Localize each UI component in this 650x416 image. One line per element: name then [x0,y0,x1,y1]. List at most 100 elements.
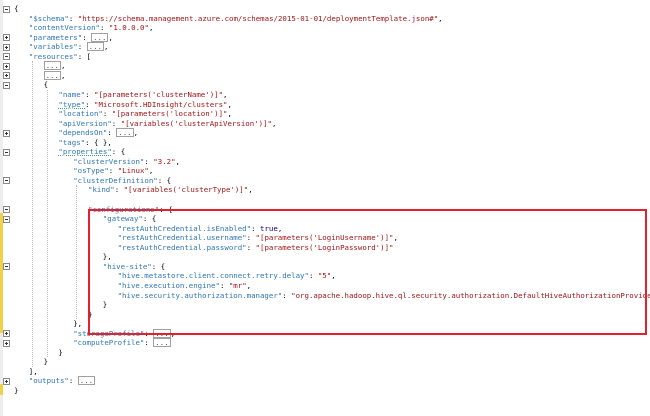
collapse-icon[interactable] [3,206,10,214]
json-key: "variables" [28,42,78,52]
json-punctuation: { [43,80,49,90]
json-punctuation: }, [102,252,112,262]
collapsed-block[interactable]: ... [116,128,134,138]
json-punctuation: }, [73,319,83,329]
json-punctuation: } [102,300,108,310]
json-punctuation: : [108,166,118,176]
code-line: "hive.security.authorization.manager": "… [118,291,650,301]
collapsed-block[interactable]: ... [153,328,171,338]
code-line: }, [103,252,112,262]
code-line: "outputs": ... [28,376,96,386]
json-key: "restAuthCredential.password" [117,242,247,252]
code-line: "apiVersion": "[variables('clusterApiVer… [58,119,276,129]
collapse-icon[interactable] [3,263,10,271]
json-punctuation: : { [151,261,166,271]
collapsed-block[interactable]: ... [43,61,61,71]
collapse-icon[interactable] [3,148,10,156]
code-line: "configurations": { [88,205,173,215]
code-line: ..., [43,70,65,81]
json-punctuation: : [144,156,154,166]
code-line: "restAuthCredential.isEnabled": true, [118,224,283,234]
json-key: "clusterVersion" [73,156,145,166]
json-key: "tags" [58,137,86,147]
code-line: "restAuthCredential.username": "[paramet… [118,233,398,243]
json-editor[interactable]: { "$schema": "https://schema.management.a… [0,0,650,416]
expand-icon[interactable] [3,339,10,347]
json-punctuation: : [85,99,94,109]
collapse-icon[interactable] [3,53,10,61]
json-key: "clusterDefinition" [73,175,158,185]
json-punctuation: , [227,109,232,119]
collapse-icon[interactable] [3,177,10,185]
code-line: { [44,80,48,90]
code-line: { [14,4,18,14]
code-line: "computeProfile": ... [73,338,171,348]
code-line: "resources": [ [29,52,91,62]
collapsed-block[interactable]: ... [91,32,109,42]
expand-icon[interactable] [3,377,10,385]
json-punctuation: : [246,242,256,252]
code-line: "properties": { [58,147,125,157]
code-line: "parameters": ..., [28,32,113,43]
json-key: "parameters" [28,32,83,42]
json-punctuation: : [308,271,318,281]
json-key: "location" [58,109,103,119]
code-line: "hive.execution.engine": "mr", [118,281,252,291]
json-punctuation: , [246,280,252,290]
json-string: "[parameters('LoginPassword')]" [255,242,394,252]
expand-icon[interactable] [3,72,10,80]
json-punctuation: , [277,223,283,233]
code-line: } [88,310,92,320]
json-string: "3.2" [153,156,176,166]
code-line: "location": "[parameters('location')]", [58,109,232,119]
code-line: "clusterVersion": "3.2", [73,157,180,167]
expand-icon[interactable] [3,330,10,338]
json-punctuation: : [144,338,154,348]
code-line: }, [73,319,82,329]
code-line: } [14,386,18,396]
json-punctuation: , [393,233,398,243]
expand-icon[interactable] [3,129,10,137]
json-punctuation: , [148,23,154,33]
code-line: "dependsOn": ..., [58,128,138,138]
indent-guide [76,185,78,320]
json-string: "1.0.0.0" [108,23,149,33]
json-punctuation: , [438,13,443,23]
json-punctuation: , [272,118,277,128]
expand-icon[interactable] [3,34,10,42]
collapsed-block[interactable]: ... [43,70,61,80]
json-punctuation: : [282,290,292,300]
json-key: "hive.metastore.client.connect.retry.del… [117,271,309,281]
code-line: ], [29,367,38,377]
code-line: "variables": ..., [28,42,108,52]
code-line: } [58,348,62,358]
json-punctuation: , [133,128,139,138]
json-string: "org.apache.hadoop.hive.ql.security.auth… [291,290,650,300]
json-punctuation: , [170,328,176,338]
json-string: "Microsoft.HDInsight/clusters" [94,99,228,109]
json-key: "gateway" [102,214,143,224]
collapse-icon[interactable] [3,215,10,223]
json-punctuation: : [ [77,51,92,61]
json-literal: true [260,223,278,233]
json-punctuation: { [14,4,19,13]
json-string: "[parameters('clusterName')]" [94,89,224,99]
code-line: "storageProfile": ..., [73,328,176,339]
expand-icon[interactable] [3,62,10,70]
expand-icon[interactable] [3,43,10,51]
code-line: "$schema": "https://schema.management.az… [29,14,443,24]
json-key: "hive.execution.engine" [117,280,220,290]
json-key: "outputs" [28,376,69,386]
collapse-icon[interactable] [3,5,10,13]
json-punctuation: : [68,376,78,386]
indent-guide [31,61,33,367]
collapsed-block[interactable]: ... [77,376,96,386]
json-punctuation: : [144,328,154,338]
code-line: } [44,357,48,367]
json-punctuation: : { [159,204,173,214]
collapse-icon[interactable] [3,81,10,89]
json-string: "5" [317,271,332,281]
code-line: "clusterDefinition": { [73,176,171,186]
collapsed-block[interactable]: ... [153,338,171,348]
collapsed-block[interactable]: ... [86,42,105,52]
